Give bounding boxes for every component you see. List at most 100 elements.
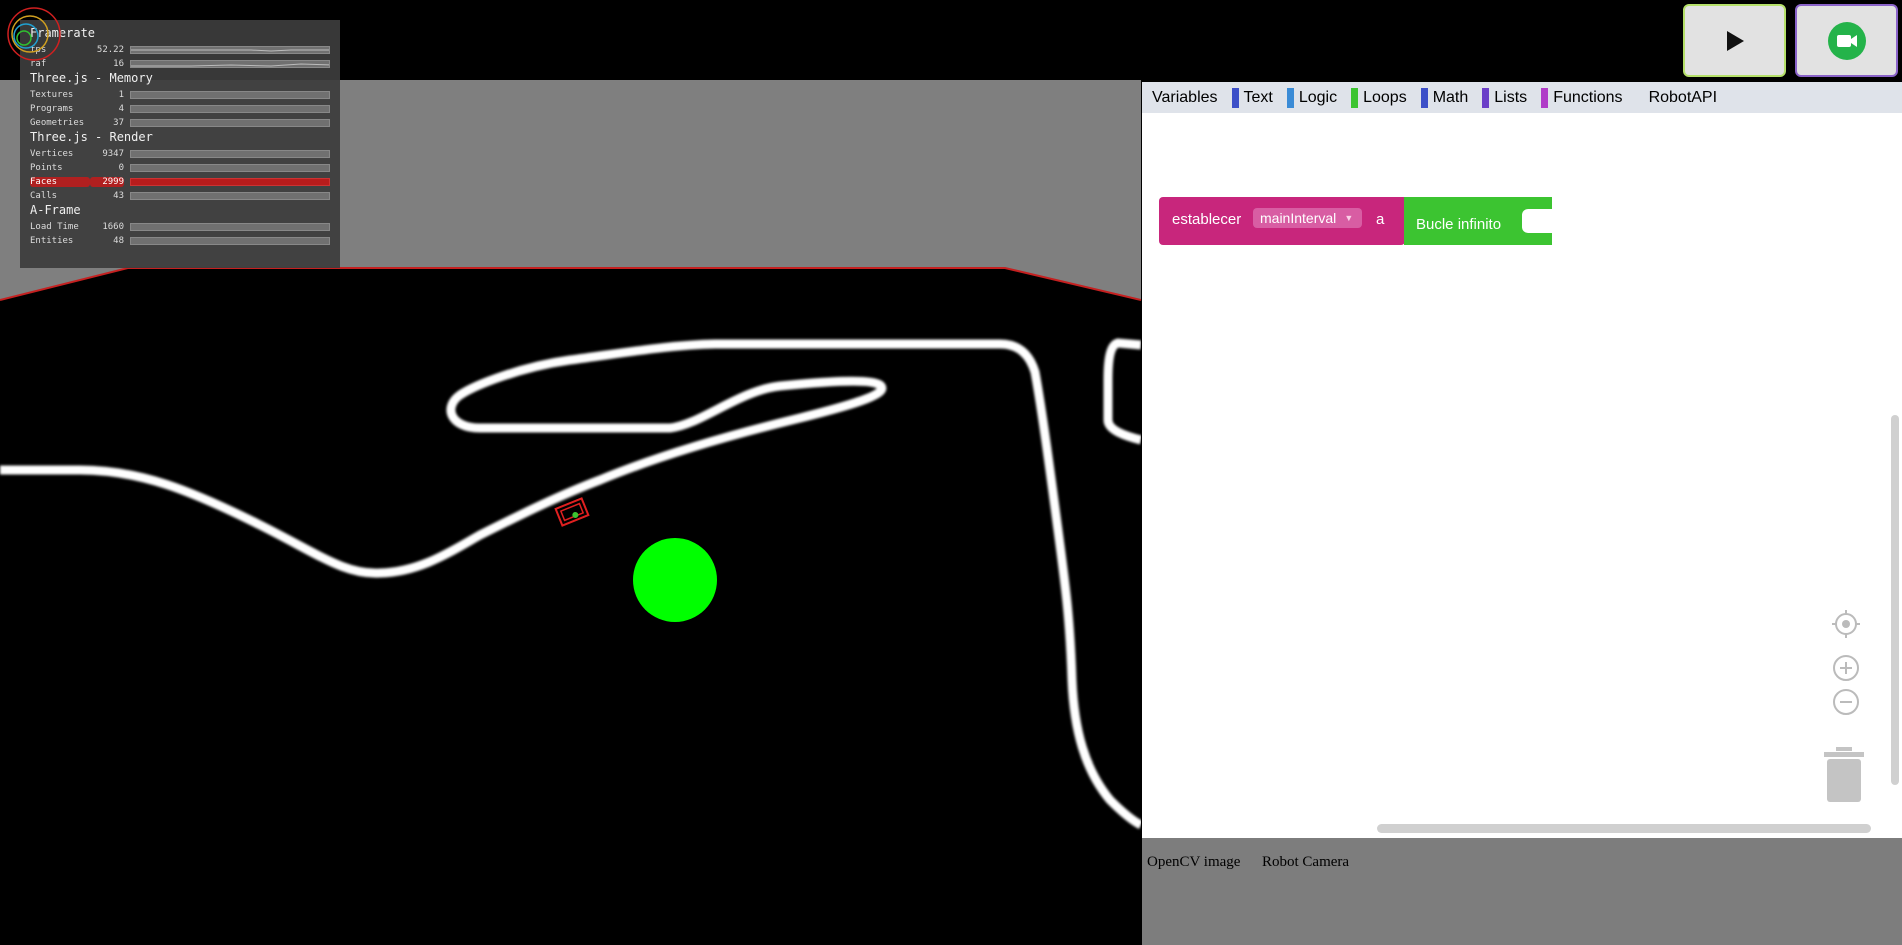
blockly-editor[interactable]: Variables Text Logic Loops Math Lists Fu…	[1142, 82, 1902, 838]
stats-row-calls: Calls 43	[30, 189, 340, 203]
stats-row-raf: raf 16	[30, 57, 340, 71]
stats-row-vertices: Vertices 9347	[30, 147, 340, 161]
toolbox-category-functions[interactable]: Functions	[1541, 87, 1626, 109]
render-stats-panel: Framerate fps 52.22 raf 16 Three.js - Me…	[20, 20, 340, 268]
stats-label: Load Time	[30, 222, 79, 232]
stats-row-programs: Programs 4	[30, 102, 340, 116]
block-label: a	[1376, 211, 1385, 228]
blockly-toolbox: Variables Text Logic Loops Math Lists Fu…	[1142, 82, 1902, 113]
stats-label: Entities	[30, 236, 74, 246]
category-color-swatch	[1420, 87, 1428, 108]
play-icon	[1726, 30, 1744, 51]
stats-group-title: A-Frame	[30, 203, 81, 217]
toolbox-category-label: Math	[1432, 88, 1469, 106]
stats-value: 16	[113, 59, 124, 69]
horizontal-scrollbar[interactable]	[1377, 824, 1871, 833]
stats-graph	[130, 119, 330, 127]
stats-graph	[130, 164, 330, 172]
tab-robot-camera[interactable]: Robot Camera	[1262, 854, 1349, 871]
block-label: Bucle infinito	[1416, 216, 1502, 233]
category-color-swatch	[1231, 87, 1239, 108]
video-camera-icon	[1827, 21, 1866, 60]
track-line	[0, 338, 1141, 830]
stats-row-points: Points 0	[30, 161, 340, 175]
robot[interactable]	[554, 497, 590, 527]
category-color-swatch	[1351, 87, 1359, 108]
stats-value: 4	[118, 104, 124, 114]
zoom-in-icon[interactable]	[1832, 654, 1860, 682]
stats-graph	[130, 223, 330, 231]
block-input-notch	[1522, 209, 1552, 233]
toolbox-category-lists[interactable]: Lists	[1482, 87, 1531, 109]
stats-value: 48	[113, 236, 124, 246]
toolbox-category-variables[interactable]: Variables	[1152, 87, 1222, 109]
toolbox-category-label: Logic	[1298, 88, 1338, 106]
infinite-loop-block[interactable]: Bucle infinito	[1404, 197, 1552, 245]
camera-panel: OpenCV image Robot Camera	[1142, 838, 1902, 945]
vertical-scrollbar[interactable]	[1891, 415, 1899, 785]
stats-label: Points	[30, 163, 63, 173]
toolbox-category-label: RobotAPI	[1648, 88, 1718, 106]
stats-label: Calls	[30, 191, 58, 201]
stats-group-title: Three.js - Render	[30, 130, 153, 144]
stats-row-fps: fps 52.22	[30, 43, 340, 57]
stats-label: Vertices	[30, 149, 74, 159]
wall-edge	[0, 267, 1141, 301]
toolbox-category-label: Functions	[1553, 88, 1623, 106]
stats-group-memory: Three.js - Memory Textures 1 Programs 4 …	[30, 71, 340, 130]
stats-group-framerate: Framerate fps 52.22 raf 16	[30, 26, 340, 71]
toolbox-category-logic[interactable]: Logic	[1286, 87, 1341, 109]
variable-dropdown[interactable]: mainInterval ▼	[1253, 208, 1363, 228]
stats-value: 52.22	[96, 45, 124, 55]
toolbox-category-math[interactable]: Math	[1420, 87, 1473, 109]
stats-graph	[130, 178, 330, 186]
target-ball	[633, 538, 717, 622]
toolbox-category-loops[interactable]: Loops	[1351, 87, 1411, 109]
blockly-workspace[interactable]: establecer mainInterval ▼ a Bucle infini…	[1142, 113, 1902, 838]
stats-graph	[130, 105, 330, 113]
stats-row-geometries: Geometries 37	[30, 116, 340, 130]
category-color-swatch	[1541, 87, 1549, 108]
category-color-swatch	[1482, 87, 1490, 108]
run-button[interactable]	[1683, 4, 1786, 77]
stats-label: Faces	[30, 177, 90, 187]
zoom-out-icon[interactable]	[1832, 688, 1860, 716]
tab-opencv-image[interactable]: OpenCV image	[1147, 854, 1240, 871]
variable-name: mainInterval	[1260, 210, 1337, 226]
toolbox-category-label: Text	[1243, 88, 1273, 106]
stats-group-aframe: A-Frame Load Time 1660 Entities 48	[30, 203, 340, 248]
set-variable-block[interactable]: establecer mainInterval ▼ a	[1159, 197, 1405, 245]
toolbox-category-label: Variables	[1152, 88, 1218, 106]
stats-value: 9347	[102, 149, 124, 159]
camera-button[interactable]	[1795, 4, 1898, 77]
stats-graph	[130, 46, 330, 54]
recenter-icon[interactable]	[1832, 610, 1860, 638]
stats-row-faces: Faces 2999	[30, 175, 340, 189]
aframe-logo-icon	[7, 7, 61, 61]
stats-value: 37	[113, 118, 124, 128]
toolbox-category-robotapi[interactable]: RobotAPI	[1649, 87, 1721, 109]
stats-graph	[130, 91, 330, 99]
toolbox-category-label: Lists	[1494, 88, 1528, 106]
stats-row-textures: Textures 1	[30, 88, 340, 102]
category-color-swatch	[1286, 87, 1294, 108]
stats-row-load-time: Load Time 1660	[30, 220, 340, 234]
stats-row-entities: Entities 48	[30, 234, 340, 248]
toolbox-category-text[interactable]: Text	[1231, 87, 1277, 109]
stats-group-title: Framerate	[30, 26, 96, 40]
stats-graph	[130, 150, 330, 158]
stats-value: 1660	[102, 222, 124, 232]
stats-value: 43	[113, 191, 124, 201]
stats-graph	[130, 60, 330, 68]
stats-group-render: Three.js - Render Vertices 9347 Points 0…	[30, 130, 340, 203]
stats-label: Geometries	[30, 118, 85, 128]
stats-value: 1	[118, 90, 124, 100]
trash-icon[interactable]	[1822, 747, 1866, 803]
stats-group-title: Three.js - Memory	[30, 71, 153, 85]
stats-label: Textures	[30, 90, 74, 100]
toolbox-category-label: Loops	[1363, 88, 1407, 106]
stats-graph	[130, 192, 330, 200]
block-label: establecer	[1172, 211, 1242, 228]
stats-label: Programs	[30, 104, 74, 114]
stats-value: 0	[118, 163, 124, 173]
